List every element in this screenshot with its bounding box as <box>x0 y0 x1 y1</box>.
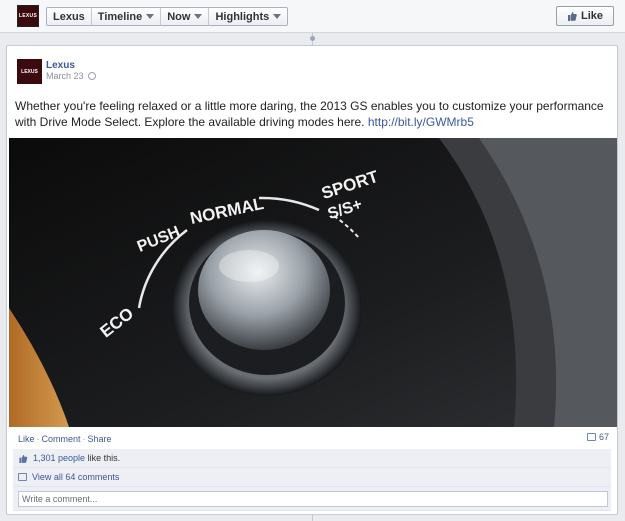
page-topbar: LEXUS Lexus Timeline Now Highlights Like <box>0 0 625 33</box>
comment-input[interactable] <box>18 490 608 507</box>
likes-suffix: like this. <box>87 453 121 463</box>
write-comment-row <box>13 487 611 511</box>
lexus-logo-small[interactable]: LEXUS <box>17 5 39 27</box>
crumb-now[interactable]: Now <box>161 8 210 25</box>
post-comment-link[interactable]: Comment <box>42 434 81 444</box>
breadcrumb: Lexus Timeline Now Highlights <box>46 7 289 26</box>
post-share-link[interactable]: Share <box>88 434 112 444</box>
comment-count-value: 67 <box>598 432 609 442</box>
likes-people-link[interactable]: 1,301 people <box>33 453 85 463</box>
post-date[interactable]: March 23 <box>46 71 96 81</box>
timeline-line-bottom <box>312 515 313 521</box>
crumb-timeline-label: Timeline <box>97 10 143 23</box>
post-card: LEXUS Lexus March 23 Whether you're feel… <box>6 45 618 515</box>
likes-row: 1,301 people like this. <box>13 449 611 468</box>
comment-count[interactable]: 67 <box>586 432 609 442</box>
crumb-lexus[interactable]: Lexus <box>47 8 92 25</box>
comments-icon <box>18 473 27 481</box>
thumbs-up-icon <box>567 12 577 21</box>
drive-mode-dial-image: ECO PUSH NORMAL SPORT S/S+ <box>9 138 617 427</box>
post-date-text: March 23 <box>46 71 84 81</box>
post-author[interactable]: Lexus <box>46 60 75 71</box>
crumb-lexus-label: Lexus <box>53 10 85 23</box>
like-page-label: Like <box>580 10 603 22</box>
post-link[interactable]: http://bit.ly/GWMrb5 <box>368 115 474 129</box>
crumb-highlights[interactable]: Highlights <box>209 8 287 25</box>
post-like-link[interactable]: Like <box>18 434 35 444</box>
action-separator: · <box>36 434 40 444</box>
view-comments-row: View all 64 comments <box>13 468 611 487</box>
crumb-now-label: Now <box>167 10 191 23</box>
avatar[interactable]: LEXUS <box>17 59 42 84</box>
crumb-timeline[interactable]: Timeline <box>92 8 162 25</box>
view-all-comments-link[interactable]: View all 64 comments <box>32 472 119 482</box>
thumbs-up-icon <box>19 454 28 463</box>
post-text: Whether you're feeling relaxed or a litt… <box>15 98 615 130</box>
comment-bubble-icon <box>586 433 596 441</box>
post-actions: Like · Comment · Share 67 <box>7 432 617 446</box>
chevron-down-icon <box>146 14 155 19</box>
chevron-down-icon <box>194 14 203 19</box>
timeline-dot <box>310 36 315 41</box>
action-separator: · <box>82 434 86 444</box>
like-page-button[interactable]: Like <box>556 6 614 26</box>
post-photo[interactable]: ECO PUSH NORMAL SPORT S/S+ <box>9 138 617 427</box>
chevron-down-icon <box>273 14 282 19</box>
crumb-highlights-label: Highlights <box>215 10 270 23</box>
globe-icon <box>87 72 96 80</box>
post-body: Whether you're feeling relaxed or a litt… <box>15 99 604 129</box>
